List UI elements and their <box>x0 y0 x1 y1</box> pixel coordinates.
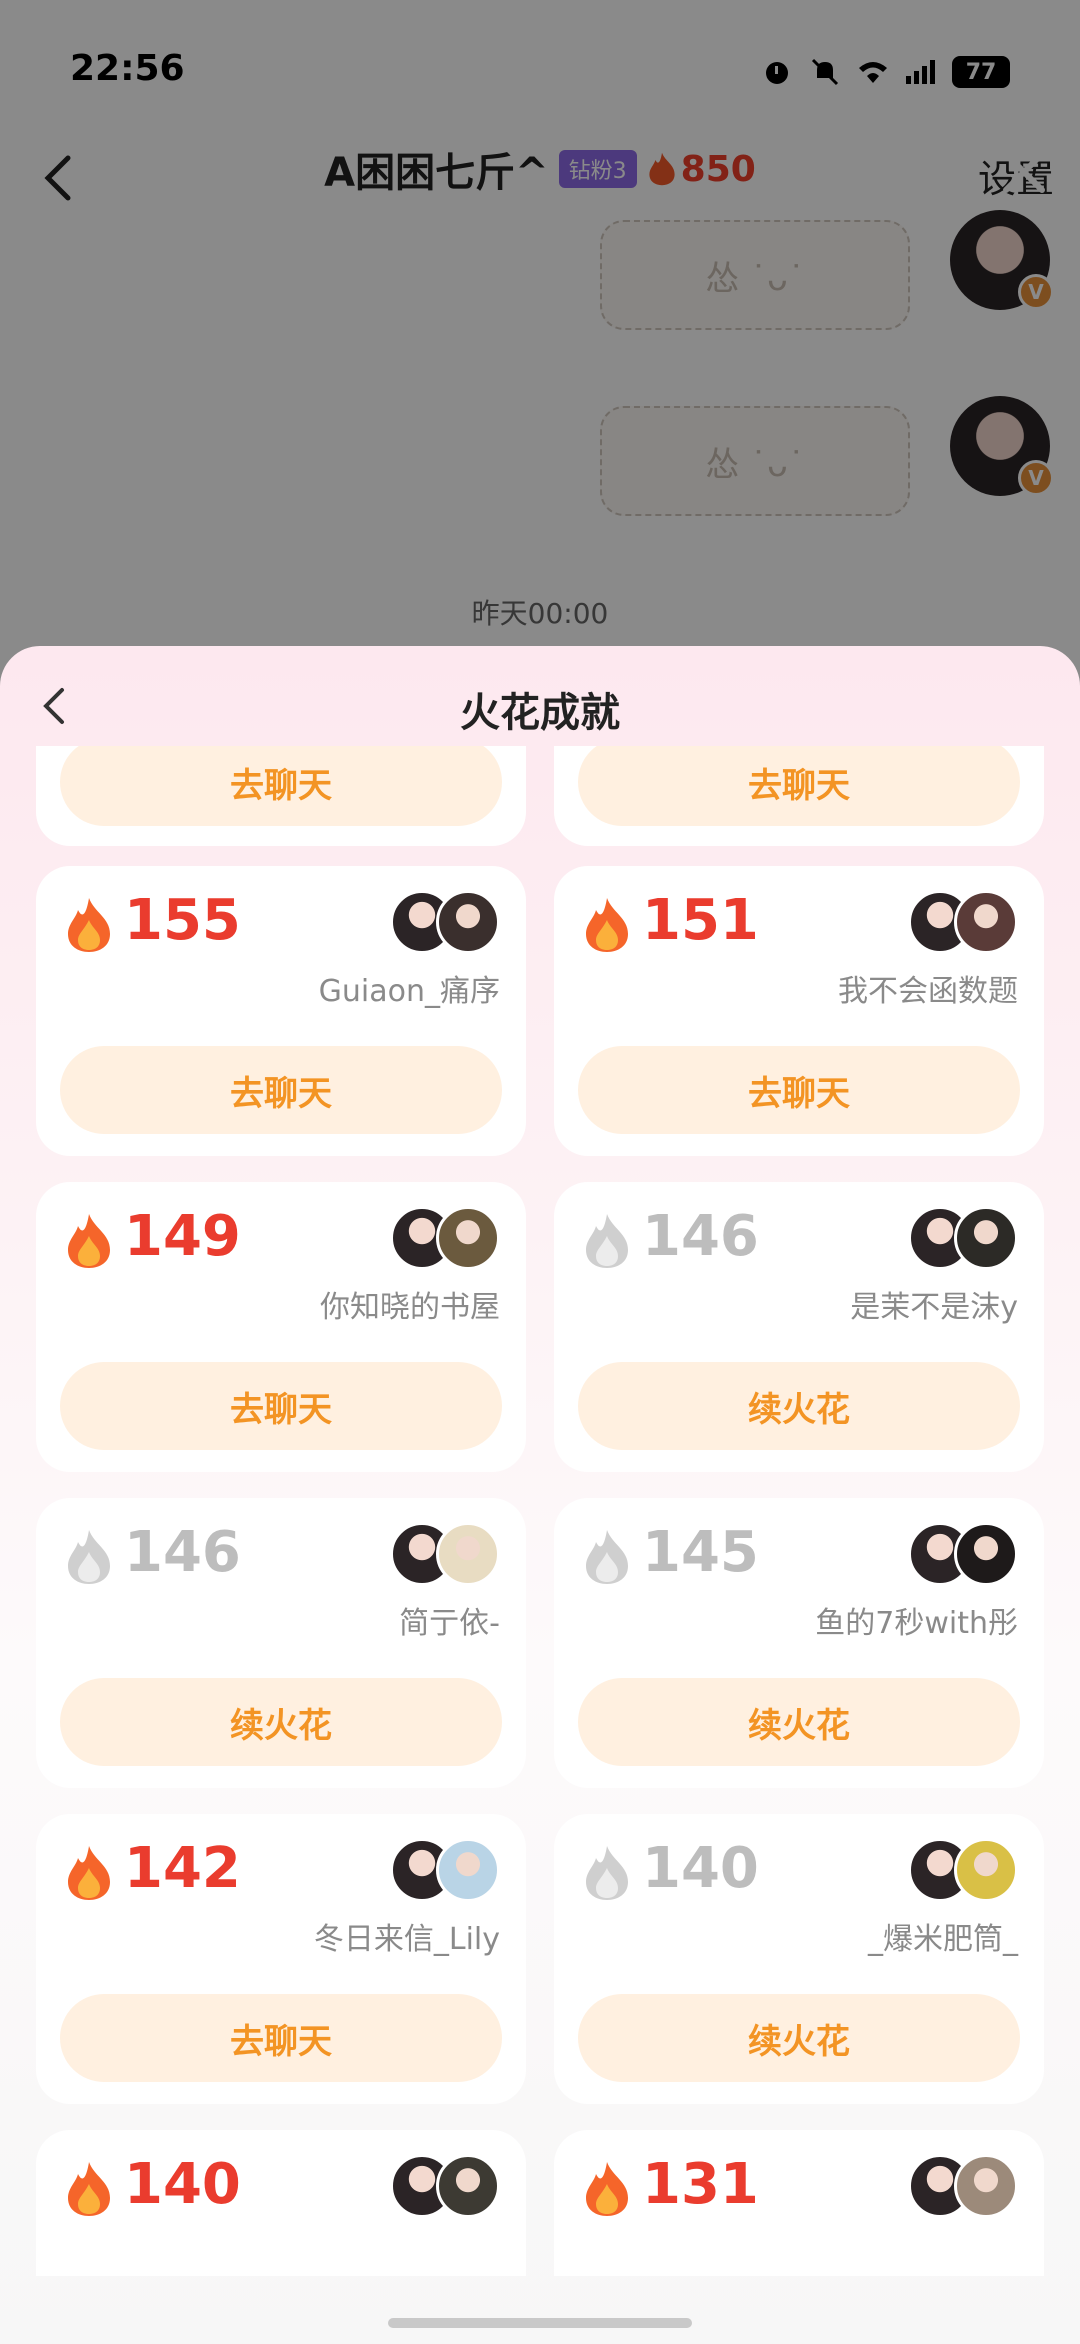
achievement-card[interactable]: 140 _爆米肥筒_ 续火花 <box>554 1814 1044 2104</box>
spark-achievements-sheet: 火花成就 去聊天 去聊天 155 Guiaon_痛序 去聊天 151 我不会函数题 去聊天… <box>0 646 1080 2344</box>
spark-count: 151 <box>642 888 759 953</box>
flame-grey-icon <box>586 1214 628 1268</box>
achievement-card[interactable]: 146 是茉不是沫y 续火花 <box>554 1182 1044 1472</box>
achievement-card[interactable]: 155 Guiaon_痛序去聊天 <box>36 866 526 1156</box>
friend-avatar <box>954 2154 1018 2218</box>
achievement-card: 去聊天 <box>36 746 526 846</box>
spark-count: 146 <box>642 1204 759 1269</box>
flame-icon <box>68 1846 110 1900</box>
achievement-card[interactable]: 142 冬日来信_Lily 去聊天 <box>36 1814 526 2104</box>
spark-count: 149 <box>124 1204 241 1269</box>
renew-spark-button[interactable]: 续火花 <box>578 1994 1020 2082</box>
avatar-pair <box>908 1838 1018 1904</box>
friend-avatar <box>436 1838 500 1902</box>
achievement-card[interactable]: 145 鱼的7秒with彤续火花 <box>554 1498 1044 1788</box>
friend-nickname: 冬日来信_Lily <box>313 1922 500 1957</box>
sheet-title: 火花成就 <box>460 690 620 736</box>
avatar-pair <box>390 1838 500 1904</box>
chat-button[interactable]: 去聊天 <box>578 746 1020 826</box>
renew-spark-button[interactable]: 续火花 <box>578 1362 1020 1450</box>
home-indicator[interactable] <box>388 2318 692 2328</box>
achievement-card[interactable]: 146 简亍依- 续火花 <box>36 1498 526 1788</box>
flame-grey-icon <box>68 1530 110 1584</box>
friend-nickname: 你知晓的书屋 <box>320 1290 500 1325</box>
flame-icon <box>68 898 110 952</box>
flame-icon <box>586 2162 628 2216</box>
flame-grey-icon <box>586 1530 628 1584</box>
chat-button[interactable]: 去聊天 <box>60 1362 502 1450</box>
chat-button[interactable]: 去聊天 <box>578 1046 1020 1134</box>
friend-avatar <box>436 2154 500 2218</box>
avatar-pair <box>390 1206 500 1272</box>
avatar-pair <box>908 2154 1018 2220</box>
flame-icon <box>68 2162 110 2216</box>
spark-count: 131 <box>642 2152 759 2217</box>
flame-grey-icon <box>586 1846 628 1900</box>
renew-spark-button[interactable]: 续火花 <box>578 1678 1020 1766</box>
flame-icon <box>68 1214 110 1268</box>
renew-spark-button[interactable]: 续火花 <box>60 1678 502 1766</box>
friend-nickname: 我不会函数题 <box>838 974 1018 1009</box>
achievement-card: 去聊天 <box>554 746 1044 846</box>
friend-avatar <box>954 1522 1018 1586</box>
spark-count: 140 <box>124 2152 241 2217</box>
avatar-pair <box>390 1522 500 1588</box>
avatar-pair <box>390 890 500 956</box>
flame-icon <box>586 898 628 952</box>
achievement-card[interactable]: 140 <box>36 2130 526 2276</box>
friend-avatar <box>954 1838 1018 1902</box>
achievement-card[interactable]: 131 <box>554 2130 1044 2276</box>
spark-count: 146 <box>124 1520 241 1585</box>
friend-avatar <box>436 1522 500 1586</box>
friend-avatar <box>436 890 500 954</box>
spark-count: 140 <box>642 1836 759 1901</box>
achievement-grid: 去聊天 去聊天 155 Guiaon_痛序 去聊天 151 我不会函数题 去聊天 149 你知… <box>36 746 1044 2276</box>
achievement-card[interactable]: 149 你知晓的书屋去聊天 <box>36 1182 526 1472</box>
avatar-pair <box>908 890 1018 956</box>
friend-nickname: _爆米肥筒_ <box>868 1922 1018 1957</box>
spark-count: 142 <box>124 1836 241 1901</box>
achievement-card[interactable]: 151 我不会函数题去聊天 <box>554 866 1044 1156</box>
spark-count: 145 <box>642 1520 759 1585</box>
avatar-pair <box>908 1206 1018 1272</box>
friend-nickname: 鱼的7秒with彤 <box>815 1606 1018 1641</box>
avatar-pair <box>908 1522 1018 1588</box>
friend-nickname: 是茉不是沫y <box>850 1290 1018 1325</box>
spark-count: 155 <box>124 888 241 953</box>
friend-avatar <box>954 1206 1018 1270</box>
friend-avatar <box>436 1206 500 1270</box>
friend-nickname: Guiaon_痛序 <box>318 974 500 1009</box>
avatar-pair <box>390 2154 500 2220</box>
friend-nickname: 简亍依- <box>399 1606 500 1641</box>
chat-button[interactable]: 去聊天 <box>60 1046 502 1134</box>
chat-button[interactable]: 去聊天 <box>60 746 502 826</box>
friend-avatar <box>954 890 1018 954</box>
chat-button[interactable]: 去聊天 <box>60 1994 502 2082</box>
